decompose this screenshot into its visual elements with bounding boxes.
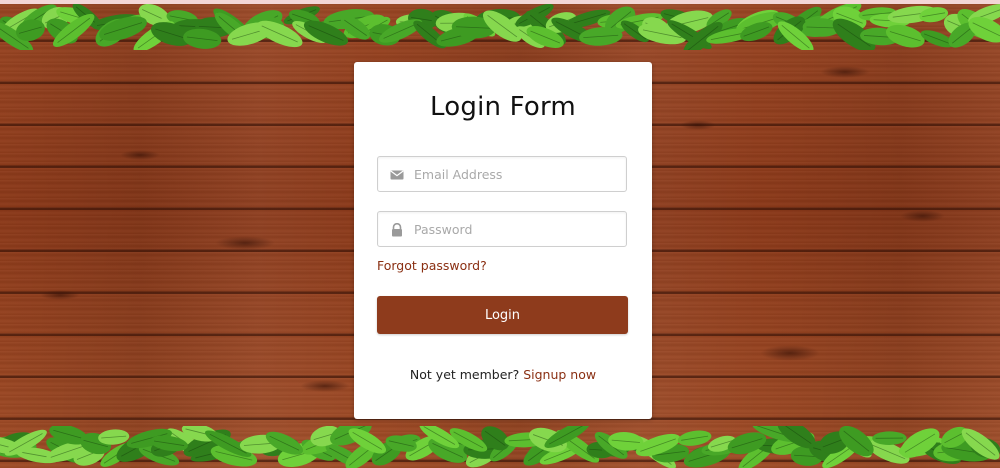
login-button[interactable]: Login (377, 296, 628, 334)
wood-knot (820, 66, 870, 78)
leaves-top-icon (0, 2, 1000, 50)
signup-link[interactable]: Signup now (523, 367, 596, 382)
lock-icon (390, 222, 404, 237)
signup-prompt-line: Not yet member? Signup now (354, 367, 652, 382)
signup-prompt-text: Not yet member? (409, 367, 520, 382)
envelope-icon (390, 167, 404, 181)
wood-knot (900, 210, 945, 222)
leaf-border-bottom (0, 426, 1000, 468)
forgot-password-link[interactable]: Forgot password? (377, 258, 487, 273)
wood-knot (680, 120, 716, 130)
wood-knot (215, 236, 275, 250)
email-input[interactable] (414, 157, 619, 191)
wood-knot (760, 345, 820, 361)
login-card: Login Form Forgot password? Login (354, 62, 652, 419)
wood-knot (120, 150, 160, 160)
form-title: Login Form (430, 92, 576, 122)
wood-knot (40, 290, 80, 300)
email-field[interactable] (377, 156, 627, 192)
leaves-bottom-icon (0, 426, 1000, 468)
password-input[interactable] (414, 212, 619, 246)
wood-knot (300, 380, 350, 392)
top-border (0, 0, 1000, 4)
leaf-border-top (0, 0, 1000, 50)
login-page: Login Form Forgot password? Login (0, 0, 1000, 468)
password-field[interactable] (377, 211, 627, 247)
